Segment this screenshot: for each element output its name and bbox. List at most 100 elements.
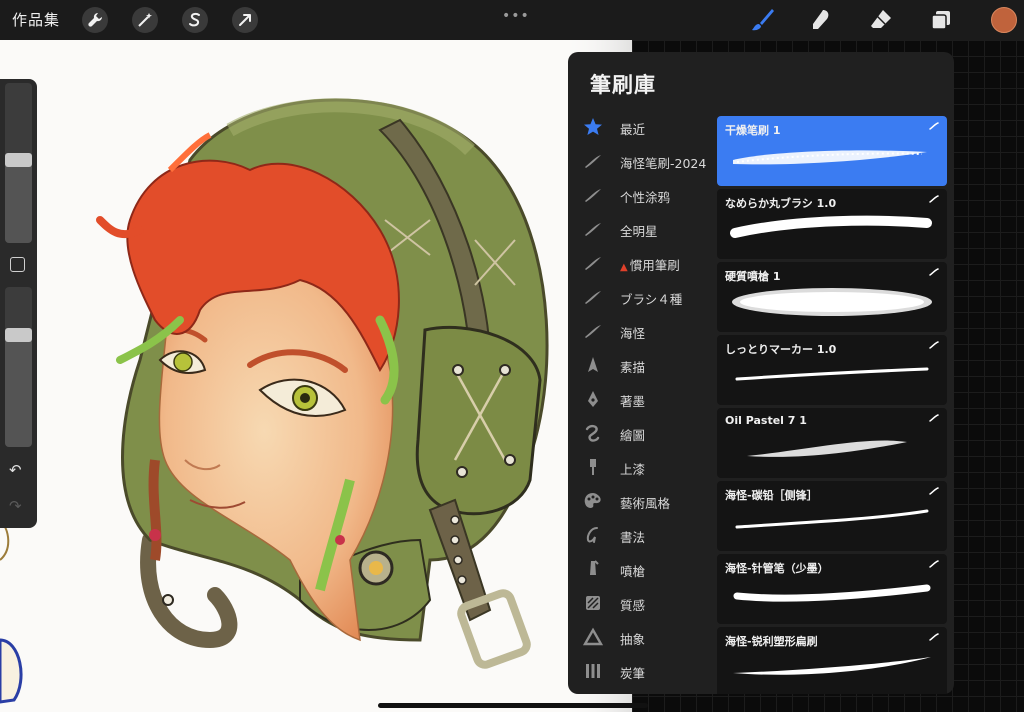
stroke-icon bbox=[582, 151, 604, 171]
brush-size-fill bbox=[5, 160, 32, 243]
brush-set-text: 抽象 bbox=[620, 632, 646, 647]
brush-type-icon bbox=[929, 268, 939, 276]
brush-set-item[interactable]: 著墨 bbox=[580, 384, 716, 414]
airbrush-icon bbox=[582, 559, 604, 579]
brush-set-text: 藝術風格 bbox=[620, 496, 671, 511]
brush-set-item[interactable]: 抽象 bbox=[580, 622, 716, 652]
pen-nib-icon bbox=[582, 389, 604, 409]
adjustments-button[interactable] bbox=[132, 7, 158, 33]
brush-name: Oil Pastel 7 1 bbox=[725, 414, 807, 427]
brush-type-icon bbox=[929, 195, 939, 203]
brush-set-item[interactable]: 噴槍 bbox=[580, 554, 716, 584]
opacity-slider[interactable] bbox=[5, 287, 32, 447]
brush-set-label: 素描 bbox=[620, 357, 645, 376]
brush-set-item[interactable]: 藝術風格 bbox=[580, 486, 716, 516]
brush-set-text: 个性涂鸦 bbox=[620, 190, 671, 205]
brush-set-item[interactable]: 素描 bbox=[580, 350, 716, 380]
left-sidebar: ↶ ↷ bbox=[0, 79, 37, 528]
brush-card[interactable]: 海怪-针管笔（少墨） bbox=[717, 554, 947, 624]
brush-card[interactable]: 海怪-锐利塑形扁刷 bbox=[717, 627, 947, 694]
brush-set-item[interactable]: 全明星 bbox=[580, 214, 716, 244]
brush-set-label: ブラシ４種 bbox=[620, 289, 682, 308]
brush-type-icon bbox=[929, 560, 939, 568]
brush-set-text: 書法 bbox=[620, 530, 646, 545]
smudge-tool-button[interactable] bbox=[808, 7, 834, 33]
color-picker-button[interactable] bbox=[991, 7, 1017, 33]
triangle-icon bbox=[582, 627, 604, 647]
brush-card[interactable]: しっとりマーカー 1.0 bbox=[717, 335, 947, 405]
brush-set-text: 素描 bbox=[620, 360, 646, 375]
brush-set-item[interactable]: 繪圖 bbox=[580, 418, 716, 448]
brush-card[interactable]: なめらか丸ブラシ 1.0 bbox=[717, 189, 947, 259]
brush-set-text: 慣用筆刷 bbox=[629, 258, 680, 273]
warning-triangle-icon: ▲ bbox=[620, 262, 628, 273]
brush-set-item[interactable]: ブラシ４種 bbox=[580, 282, 716, 312]
brush-set-text: 噴槍 bbox=[620, 564, 646, 579]
brush-library-title: 筆刷庫 bbox=[590, 73, 656, 97]
undo-button[interactable]: ↶ bbox=[9, 461, 22, 479]
brush-card[interactable]: 干燥笔刷 1 bbox=[717, 116, 947, 186]
selection-s-icon bbox=[189, 12, 200, 27]
palette-icon bbox=[582, 491, 604, 511]
brush-stroke-preview bbox=[733, 150, 927, 165]
magic-wand-icon bbox=[138, 13, 152, 27]
brush-card[interactable]: 海怪-碳铅［侧锋］ bbox=[717, 481, 947, 551]
brush-stroke-preview bbox=[735, 367, 929, 381]
opacity-thumb[interactable] bbox=[5, 328, 32, 342]
opacity-fill bbox=[5, 335, 32, 447]
brush-stroke-preview bbox=[733, 584, 931, 602]
actions-button[interactable] bbox=[82, 7, 108, 33]
brush-set-item[interactable]: 質感 bbox=[580, 588, 716, 618]
layers-icon bbox=[931, 11, 950, 30]
charcoal-icon bbox=[582, 661, 604, 681]
more-menu-dots[interactable]: ••• bbox=[502, 8, 530, 24]
brush-set-item[interactable]: 个性涂鸦 bbox=[580, 180, 716, 210]
brush-size-thumb[interactable] bbox=[5, 153, 32, 167]
brush-set-label: 最近 bbox=[620, 119, 645, 138]
drawing-canvas[interactable] bbox=[0, 40, 632, 712]
transform-button[interactable] bbox=[232, 7, 258, 33]
brush-stroke-preview bbox=[735, 509, 929, 529]
brush-tool-button[interactable] bbox=[750, 7, 776, 33]
brush-set-item[interactable]: 上漆 bbox=[580, 452, 716, 482]
stroke-icon bbox=[582, 253, 604, 273]
brush-set-text: 繪圖 bbox=[620, 428, 646, 443]
brush-name: 海怪-碳铅［侧锋］ bbox=[725, 489, 818, 502]
selection-button[interactable] bbox=[182, 7, 208, 33]
pencil-tip-icon bbox=[582, 355, 604, 375]
brush-size-slider[interactable] bbox=[5, 83, 32, 243]
modify-button[interactable] bbox=[10, 257, 25, 272]
brush-type-icon bbox=[929, 122, 939, 130]
brush-set-label: ▲ 慣用筆刷 bbox=[620, 255, 680, 274]
brush-card[interactable]: Oil Pastel 7 1 bbox=[717, 408, 947, 478]
brush-set-label: 海怪笔刷-2024 bbox=[620, 153, 706, 172]
brush-set-item[interactable]: 書法 bbox=[580, 520, 716, 550]
transform-arrow-icon bbox=[239, 14, 251, 26]
brush-set-item[interactable]: 海怪 bbox=[580, 316, 716, 346]
stroke-icon bbox=[582, 321, 604, 341]
eraser-tool-button[interactable] bbox=[868, 7, 894, 33]
gallery-button[interactable]: 作品集 bbox=[12, 9, 60, 30]
brush-name: 海怪-针管笔（少墨） bbox=[725, 562, 829, 575]
brush-name: 海怪-锐利塑形扁刷 bbox=[725, 635, 818, 648]
brush-set-item[interactable]: 最近 bbox=[580, 112, 716, 142]
brush-set-text: 全明星 bbox=[620, 224, 658, 239]
layers-button[interactable] bbox=[928, 7, 954, 33]
brush-set-label: 抽象 bbox=[620, 629, 645, 648]
brush-set-text: 質感 bbox=[620, 598, 646, 613]
artwork bbox=[0, 40, 632, 712]
top-toolbar: 作品集 ••• bbox=[0, 0, 1024, 40]
redo-button[interactable]: ↷ bbox=[9, 497, 22, 515]
brush-name: なめらか丸ブラシ 1.0 bbox=[725, 197, 837, 210]
brush-set-text: 炭筆 bbox=[620, 666, 646, 681]
brush-set-item[interactable]: 炭筆 bbox=[580, 656, 716, 686]
texture-icon bbox=[582, 593, 604, 613]
brush-name: 干燥笔刷 1 bbox=[725, 124, 781, 137]
brush-card[interactable]: 硬質噴槍 1 bbox=[717, 262, 947, 332]
home-indicator[interactable] bbox=[378, 703, 648, 708]
brush-set-label: 書法 bbox=[620, 527, 645, 546]
brush-set-label: 海怪 bbox=[620, 323, 645, 342]
brush-set-item[interactable]: ▲ 慣用筆刷 bbox=[580, 248, 716, 278]
brush-set-label: 炭筆 bbox=[620, 663, 645, 682]
brush-set-item[interactable]: 海怪笔刷-2024 bbox=[580, 146, 716, 176]
